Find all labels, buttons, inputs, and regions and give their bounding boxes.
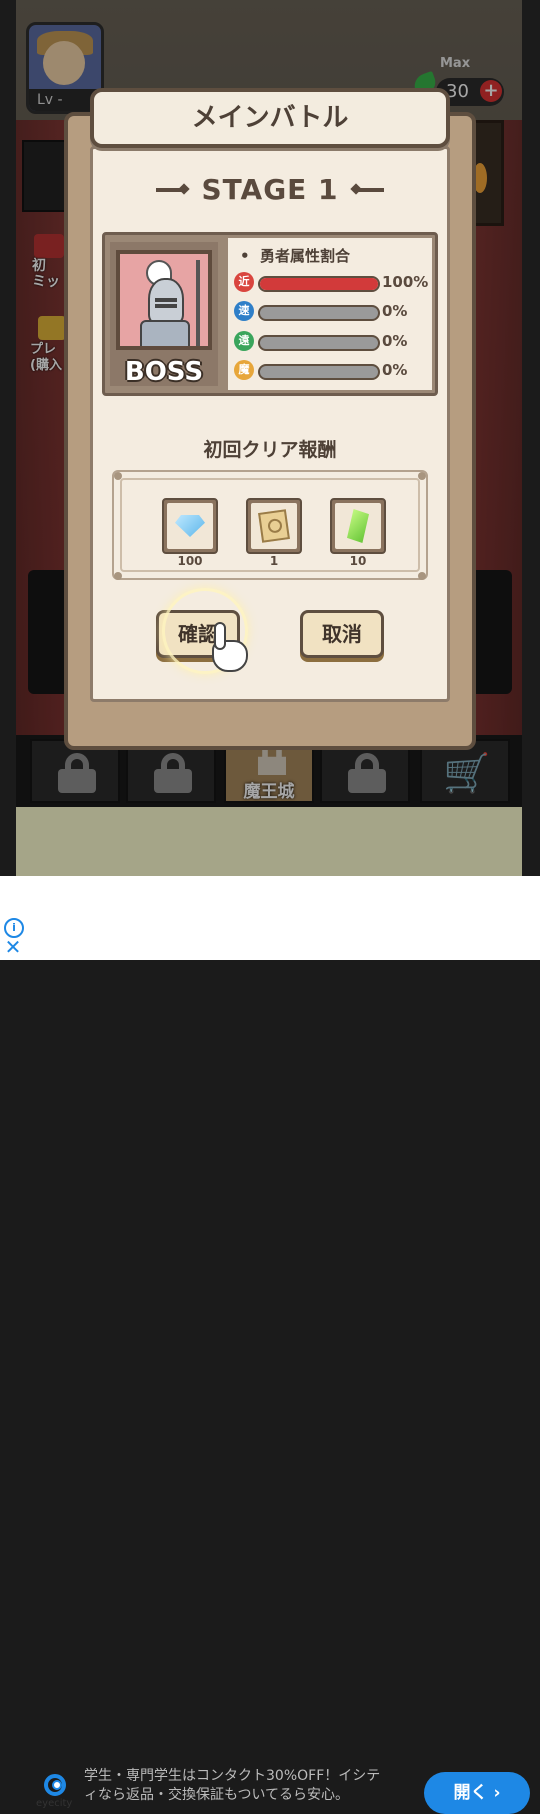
attribute-bar <box>258 335 380 351</box>
reward-title: 初回クリア報酬 <box>203 439 337 461</box>
ad-banner[interactable]: eyecity 学生・専門学生はコンタクト30%OFF！イシティなら返品・交換保… <box>0 876 540 1814</box>
attribute-percent: 0% <box>382 302 408 320</box>
ad-close-icon[interactable]: ✕ <box>4 937 22 957</box>
speed-attr-icon: 速 <box>234 301 254 321</box>
attributes-heading: • 勇者属性割合 <box>240 247 351 265</box>
treasure-map-icon <box>258 509 290 543</box>
cancel-button[interactable]: 取消 <box>300 610 384 658</box>
knight-armor <box>140 320 190 346</box>
melee-attr-icon: 近 <box>234 272 254 292</box>
reward-amount: 10 <box>349 554 367 568</box>
knight-spear <box>196 260 200 346</box>
eyecity-logo-icon <box>44 1774 66 1796</box>
attribute-bar <box>258 276 380 292</box>
boss-label: BOSS <box>124 357 204 387</box>
ad-brand: eyecity <box>36 1798 73 1809</box>
reward-amount: 100 <box>177 554 203 568</box>
attribute-row: 魔 0% <box>234 359 432 381</box>
reward-crystal[interactable] <box>330 498 386 554</box>
boss-knight-portrait <box>116 250 212 350</box>
dialog-title-banner: メインバトル <box>90 88 450 148</box>
ad-open-button[interactable]: 開く › <box>424 1772 530 1814</box>
corner-dot <box>114 572 122 580</box>
corner-dot <box>418 572 426 580</box>
attribute-row: 速 0% <box>234 300 432 322</box>
diamond-gem-icon <box>175 515 205 537</box>
attribute-percent: 100% <box>382 273 429 291</box>
corner-dot <box>418 472 426 480</box>
attribute-bar <box>258 364 380 380</box>
attribute-row: 遠 0% <box>234 330 432 352</box>
attribute-bar <box>258 305 380 321</box>
dialog-title: メインバトル <box>191 103 349 133</box>
reward-map[interactable] <box>246 498 302 554</box>
ranged-attr-icon: 遠 <box>234 331 254 351</box>
attributes-heading-text: 勇者属性割合 <box>260 247 351 265</box>
confirm-button[interactable]: 確認 <box>156 610 240 658</box>
magic-attr-icon: 魔 <box>234 360 254 380</box>
stage-heading: STAGE 1 <box>152 172 388 208</box>
reward-diamond[interactable] <box>162 498 218 554</box>
green-crystal-icon <box>347 509 369 543</box>
battle-dialog-panel <box>90 146 450 702</box>
attribute-percent: 0% <box>382 332 408 350</box>
corner-dot <box>114 472 122 480</box>
attribute-row: 近 100% <box>234 271 432 293</box>
reward-amount: 1 <box>269 554 279 568</box>
ad-copy: 学生・専門学生はコンタクト30%OFF！イシティなら返品・交換保証もついてるら安… <box>84 1768 381 1803</box>
decoration-right <box>354 188 384 192</box>
attribute-percent: 0% <box>382 361 408 379</box>
knight-visor <box>155 298 177 302</box>
